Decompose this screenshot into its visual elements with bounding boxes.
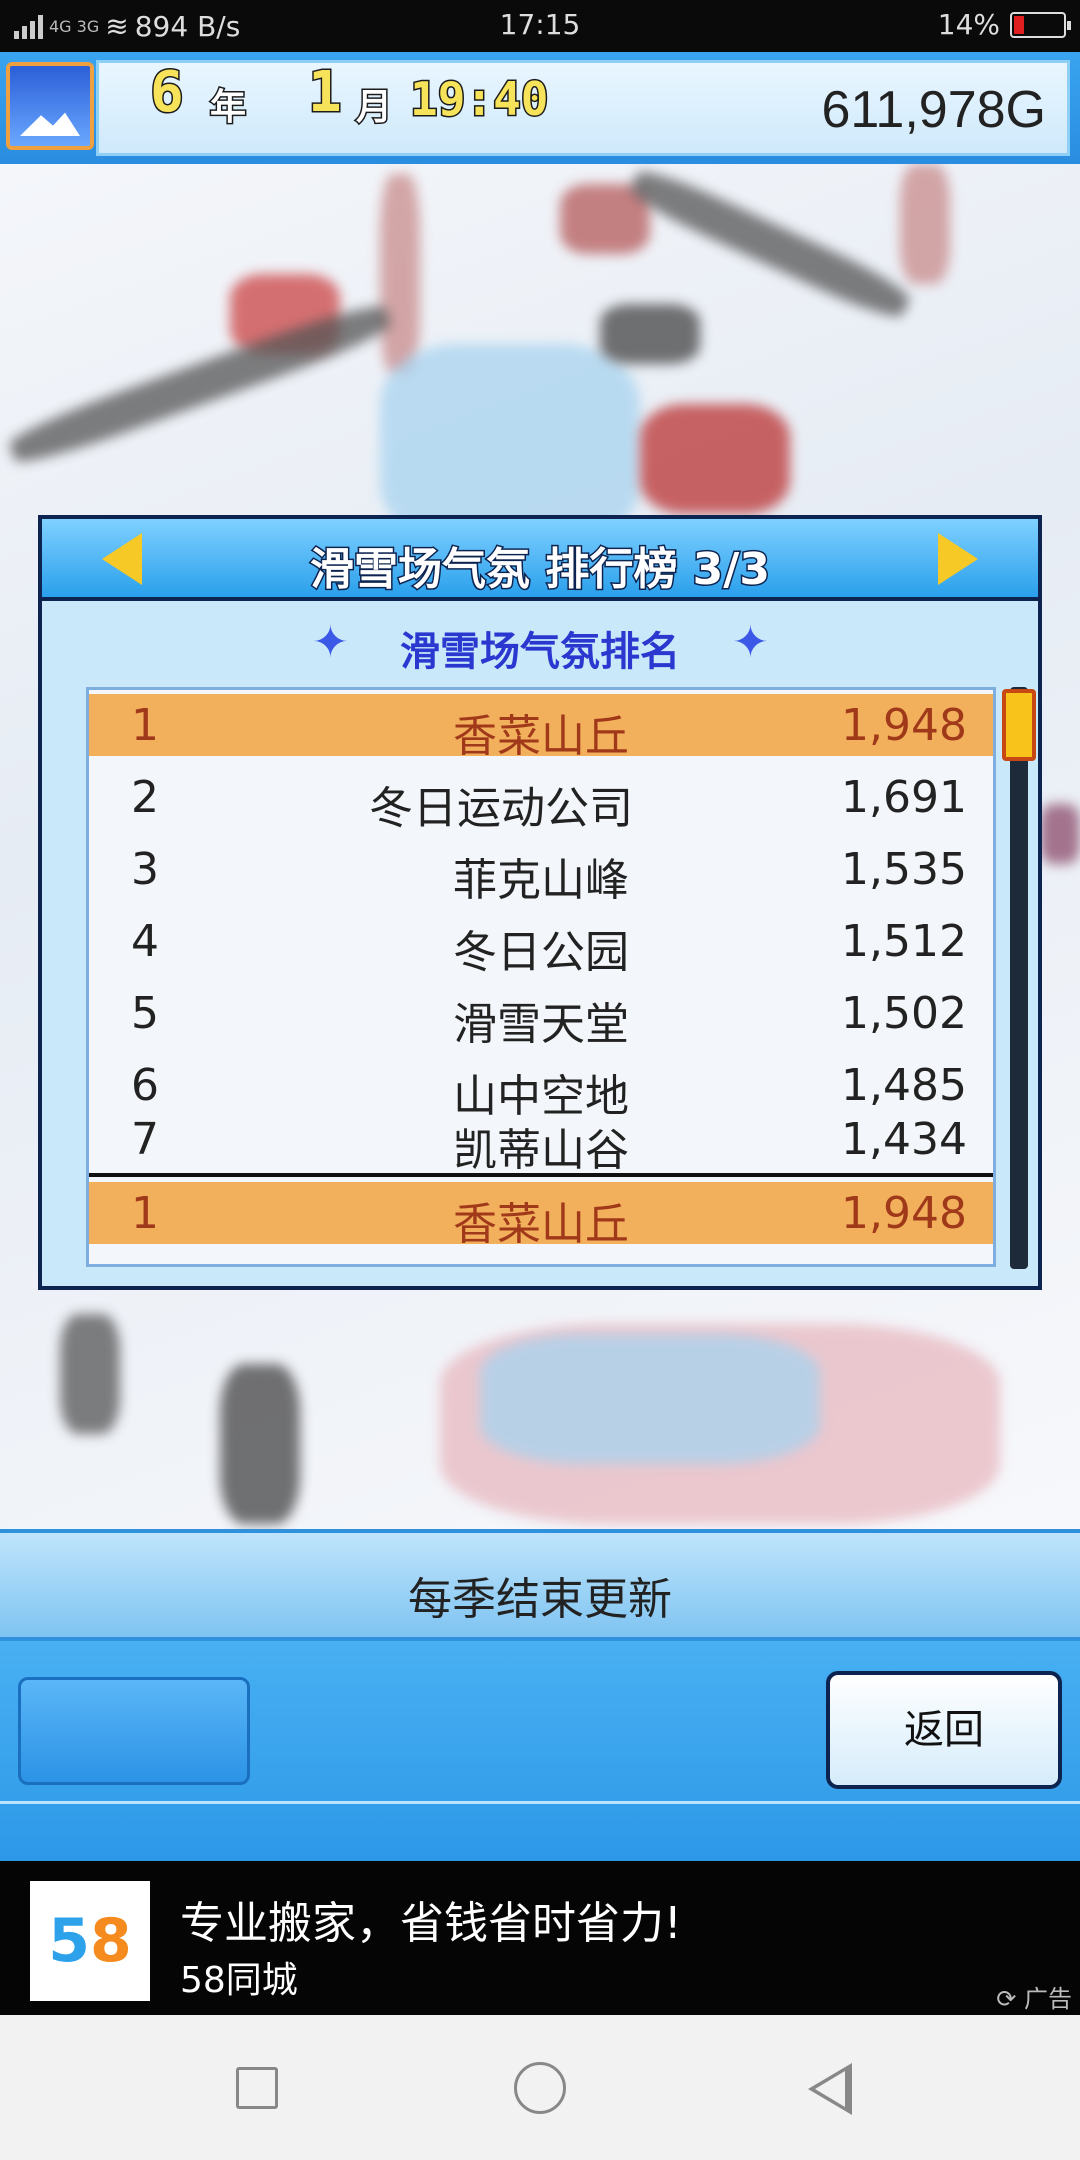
list-divider bbox=[89, 1173, 993, 1177]
ranking-row-1: 1 香菜山丘 1,948 bbox=[89, 694, 993, 762]
own-resort-row: 1 香菜山丘 1,948 bbox=[89, 1182, 993, 1250]
ranking-row-4: 4 冬日公园 1,512 bbox=[89, 910, 993, 978]
ad-label: ⟳ 广告 bbox=[996, 1985, 1072, 2013]
ad-banner[interactable]: 58 专业搬家，省钱省时省力! 58同城 ⟳ 广告 bbox=[0, 1861, 1080, 2015]
resort-score: 1,948 bbox=[841, 700, 967, 751]
year-unit: 年 bbox=[208, 86, 247, 130]
game-clock: 19:40 bbox=[408, 71, 549, 128]
panel-title: 滑雪场气氛 排行榜 3/3 bbox=[309, 543, 772, 597]
sparkle-icon: ✦ bbox=[732, 617, 769, 668]
resort-score: 1,502 bbox=[841, 988, 967, 1039]
money-display: 611,978G bbox=[821, 81, 1046, 139]
ranking-row-2: 2 冬日运动公司 1,691 bbox=[89, 766, 993, 834]
scroll-thumb[interactable] bbox=[1002, 689, 1036, 761]
update-note: 每季结束更新 bbox=[408, 1574, 672, 1625]
panel-header: 滑雪场气氛 排行榜 3/3 bbox=[42, 519, 1038, 601]
resort-name: 冬日运动公司 bbox=[369, 783, 633, 834]
logo-digit-5: 5 bbox=[48, 1906, 90, 1976]
status-bar: 4G 3G ≋ 894 B/s 17:15 14% bbox=[0, 0, 1080, 52]
month-unit: 月 bbox=[354, 86, 393, 130]
status-right: 14% bbox=[937, 8, 1071, 41]
bar-divider bbox=[0, 1801, 1080, 1804]
empty-button[interactable] bbox=[18, 1677, 250, 1785]
ad-logo[interactable]: 58 bbox=[30, 1881, 150, 2001]
recent-apps-icon[interactable] bbox=[236, 2067, 278, 2109]
ranking-panel: 滑雪场气氛 排行榜 3/3 ✦ 滑雪场气氛排名 ✦ 1 香菜山丘 1,948 2… bbox=[38, 515, 1042, 1290]
action-bar: 返回 bbox=[0, 1641, 1080, 1861]
resort-icon[interactable] bbox=[6, 62, 94, 150]
resort-score: 1,512 bbox=[841, 916, 967, 967]
ranking-row-6: 6 山中空地 1,485 bbox=[89, 1054, 993, 1122]
ranking-list[interactable]: 1 香菜山丘 1,948 2 冬日运动公司 1,691 3 菲克山峰 1,535… bbox=[86, 687, 996, 1267]
month-number: 1 bbox=[307, 59, 344, 127]
resort-score: 1,535 bbox=[841, 844, 967, 895]
resort-score: 1,434 bbox=[841, 1114, 967, 1165]
back-icon[interactable] bbox=[808, 2063, 852, 2115]
ranking-row-3: 3 菲克山峰 1,535 bbox=[89, 838, 993, 906]
battery-percent: 14% bbox=[937, 8, 1000, 41]
status-time: 17:15 bbox=[499, 8, 581, 41]
ad-tag-text: 广告 bbox=[1024, 1985, 1072, 2013]
home-icon[interactable] bbox=[514, 2062, 566, 2114]
ranking-subtitle: 滑雪场气氛排名 bbox=[400, 629, 680, 675]
navigation-bar bbox=[0, 2015, 1080, 2160]
resort-score: 1,948 bbox=[841, 1188, 967, 1239]
back-button[interactable]: 返回 bbox=[826, 1671, 1062, 1789]
battery-icon bbox=[1010, 11, 1071, 38]
ranking-scrollbar[interactable] bbox=[1002, 687, 1036, 1269]
ranking-row-5: 5 滑雪天堂 1,502 bbox=[89, 982, 993, 1050]
resort-score: 1,485 bbox=[841, 1060, 967, 1111]
next-page-arrow-icon[interactable] bbox=[938, 533, 978, 585]
logo-digit-8: 8 bbox=[90, 1906, 132, 1976]
ad-title[interactable]: 专业搬家，省钱省时省力! bbox=[180, 1887, 682, 1951]
update-bar: 每季结束更新 bbox=[0, 1529, 1080, 1641]
ad-brand[interactable]: 58同城 bbox=[180, 1951, 298, 2003]
game-header: 6 年 1 月 19:40 611,978G bbox=[0, 52, 1080, 164]
resort-score: 1,691 bbox=[841, 772, 967, 823]
ranking-row-7: 7 凯蒂山谷 1,434 bbox=[89, 1108, 993, 1176]
year-number: 6 bbox=[149, 59, 186, 127]
